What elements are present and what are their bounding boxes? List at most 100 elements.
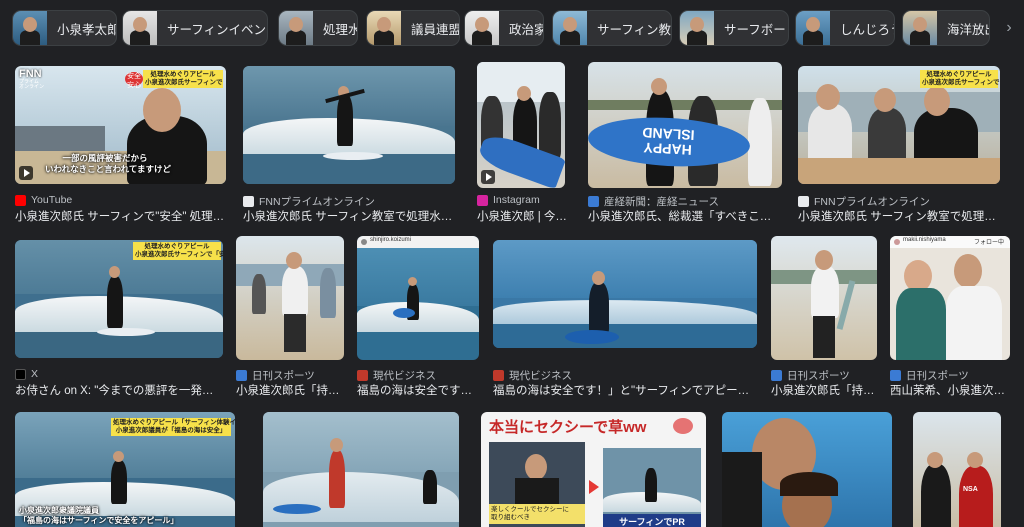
surfer (329, 450, 345, 508)
result-thumbnail: 処理水めぐりアピール 小泉進次郎氏サーフィンで「安全」 (798, 66, 1000, 184)
result-title[interactable]: 西山茉希、小泉進次郎… (890, 382, 1010, 398)
image-result[interactable]: 日刊スポーツ 小泉進次郎氏「持ち… (771, 236, 877, 397)
result-thumbnail (477, 62, 565, 188)
news-caption: 楽しくクールでセクシーに 取り組むべき (489, 504, 585, 524)
meme-title: 本当にセクシーで草ww (489, 419, 647, 436)
result-title[interactable]: 福島の海は安全です！」と"サーフィンでアピール"した… (493, 382, 757, 398)
result-source: 日刊スポーツ (771, 368, 850, 383)
result-title[interactable]: 小泉進次郎氏「持ち… (771, 382, 877, 398)
related-search-chip[interactable]: サーフィン教室 (552, 10, 672, 46)
result-title[interactable]: 小泉進次郎氏「持ち… (236, 382, 344, 398)
wave-foam (493, 300, 757, 326)
person (946, 286, 1002, 360)
avatar (361, 239, 367, 245)
image-result[interactable]: 現代ビジネス 福島の海は安全です！」と"サーフィンでアピール"した… (493, 240, 757, 397)
result-source: FNNプライムオンライン (798, 194, 930, 209)
related-search-chip[interactable]: サーフボード (679, 10, 789, 46)
head (954, 254, 982, 288)
fnn-icon (243, 196, 254, 207)
chip-label: 海洋放出 (947, 22, 989, 37)
sankei-icon (588, 196, 599, 207)
result-thumbnail: 処理水めぐりアピール「サーフィン体験イベント」 小泉進次郎議員が「福島の海は安全… (15, 412, 235, 527)
instagram-icon (477, 194, 488, 206)
news-still: 楽しくクールでセクシーに 取り組むべき (489, 442, 585, 527)
head (377, 17, 391, 32)
related-search-chips: 小泉孝太郎 サーフィンイベント 処理水 議員連盟 政治家 サーフィン教室 サーフボード しんじ… (12, 10, 1024, 46)
result-title[interactable]: 小泉進次郎氏 サーフィン教室で処理水の安… (798, 208, 1000, 224)
head (651, 78, 667, 95)
image-result[interactable]: 処理水めぐりアピール 小泉進次郎氏サーフィンで「安全」 X お侍さん on X:… (15, 240, 223, 397)
news-banner: 処理水めぐりアピール 小泉進次郎氏サーフィンで「安全」 (133, 242, 223, 260)
result-title[interactable]: 小泉進次郎氏、総裁選「すべきことしっ… (588, 208, 782, 224)
result-title[interactable]: お侍さん on X: "今までの悪評を一発で全部… (15, 382, 223, 398)
image-result[interactable]: HAPPY ISLAND 産経新聞：産経ニュース 小泉進次郎氏、総裁選「すべきこ… (588, 62, 782, 226)
tag-badge: 安全安心 (125, 72, 143, 89)
chip-thumbnail (796, 11, 830, 45)
image-result[interactable]: 日刊スポーツ 小泉進次郎氏「持ち… (236, 236, 344, 397)
person (374, 30, 394, 45)
related-search-chip[interactable]: 議員連盟 (366, 10, 460, 46)
result-title[interactable]: 小泉進次郎 | 今日… (477, 208, 569, 224)
related-search-chip[interactable]: 政治家 (464, 10, 544, 46)
head (517, 86, 531, 101)
chip-label: サーフィン教室 (597, 22, 672, 37)
head (563, 17, 577, 32)
image-result-caption[interactable]: FNNプライムオンライン 小泉進次郎氏 サーフィン教室で処理水の安… (243, 194, 455, 226)
chevron-right-icon[interactable]: › (994, 10, 1024, 46)
result-source: FNNプライムオンライン (243, 194, 375, 209)
arrow-right-icon (589, 480, 599, 494)
result-title[interactable]: 小泉進次郎氏 サーフィンで"安全" 処理水め… (15, 208, 226, 224)
image-result[interactable]: makii.nishiyama フォロー中 日刊スポーツ 西山茉希、小泉進次郎… (890, 236, 1010, 397)
result-thumbnail: shinjiro.koizumi (357, 236, 479, 360)
result-title[interactable]: 福島の海は安全です！… (357, 382, 479, 398)
nikkan-icon (890, 370, 901, 381)
image-result[interactable] (243, 66, 455, 186)
result-thumbnail: FNN プライム オンライン 処理水めぐりアピール 小泉進次郎氏サーフィンで「安… (15, 66, 226, 184)
result-thumbnail (236, 236, 344, 360)
related-search-chip[interactable]: 小泉孝太郎 (12, 10, 117, 46)
youtube-icon (15, 194, 26, 206)
image-result[interactable]: 処理水めぐりアピール 小泉進次郎氏サーフィンで「安全」 FNNプライムオンライン… (798, 66, 1000, 226)
result-thumbnail: makii.nishiyama フォロー中 (890, 236, 1010, 360)
result-title[interactable]: 小泉進次郎氏 サーフィン教室で処理水の安… (243, 208, 455, 224)
surfer (645, 468, 657, 502)
insta-header: makii.nishiyama フォロー中 (890, 236, 1010, 248)
image-result[interactable] (263, 412, 459, 527)
person (687, 30, 707, 45)
head (109, 266, 120, 278)
person (748, 98, 772, 186)
result-source: 日刊スポーツ (890, 368, 969, 383)
chip-label: しんじろう (840, 22, 894, 37)
image-result[interactable]: NSA (913, 412, 1001, 527)
tag-badge (673, 418, 693, 434)
person (921, 464, 951, 527)
image-result[interactable]: shinjiro.koizumi 現代ビジネス 福島の海は安全です！… (357, 236, 479, 397)
image-result[interactable]: FNN プライム オンライン 処理水めぐりアピール 小泉進次郎氏サーフィンで「安… (15, 66, 226, 226)
surfer (337, 94, 353, 146)
image-result[interactable]: Instagram 小泉進次郎 | 今日… (477, 62, 569, 226)
image-result[interactable]: 処理水めぐりアピール「サーフィン体験イベント」 小泉進次郎議員が「福島の海は安全… (15, 412, 235, 527)
chip-thumbnail (279, 11, 313, 45)
image-result[interactable] (722, 412, 892, 527)
avatar (894, 239, 900, 245)
surfboard (323, 152, 383, 160)
sea (493, 240, 757, 298)
head (967, 452, 983, 468)
head (286, 252, 302, 269)
insta-header: shinjiro.koizumi (357, 236, 479, 248)
related-search-chip[interactable]: 海洋放出 (902, 10, 990, 46)
person (539, 92, 561, 158)
person (20, 30, 40, 45)
related-search-chip[interactable]: 処理水 (278, 10, 358, 46)
chip-thumbnail (903, 11, 937, 45)
person (252, 274, 266, 314)
surfer (111, 460, 127, 504)
head (133, 17, 147, 32)
person (560, 30, 580, 45)
related-search-chip[interactable]: しんじろう (795, 10, 895, 46)
person (320, 268, 336, 318)
image-result[interactable]: 本当にセクシーで草ww 楽しくクールでセクシーに 取り組むべき サーフィンでPR (481, 412, 706, 527)
head (913, 17, 927, 32)
related-search-chip[interactable]: サーフィンイベント (122, 10, 268, 46)
result-source: YouTube (15, 194, 72, 206)
